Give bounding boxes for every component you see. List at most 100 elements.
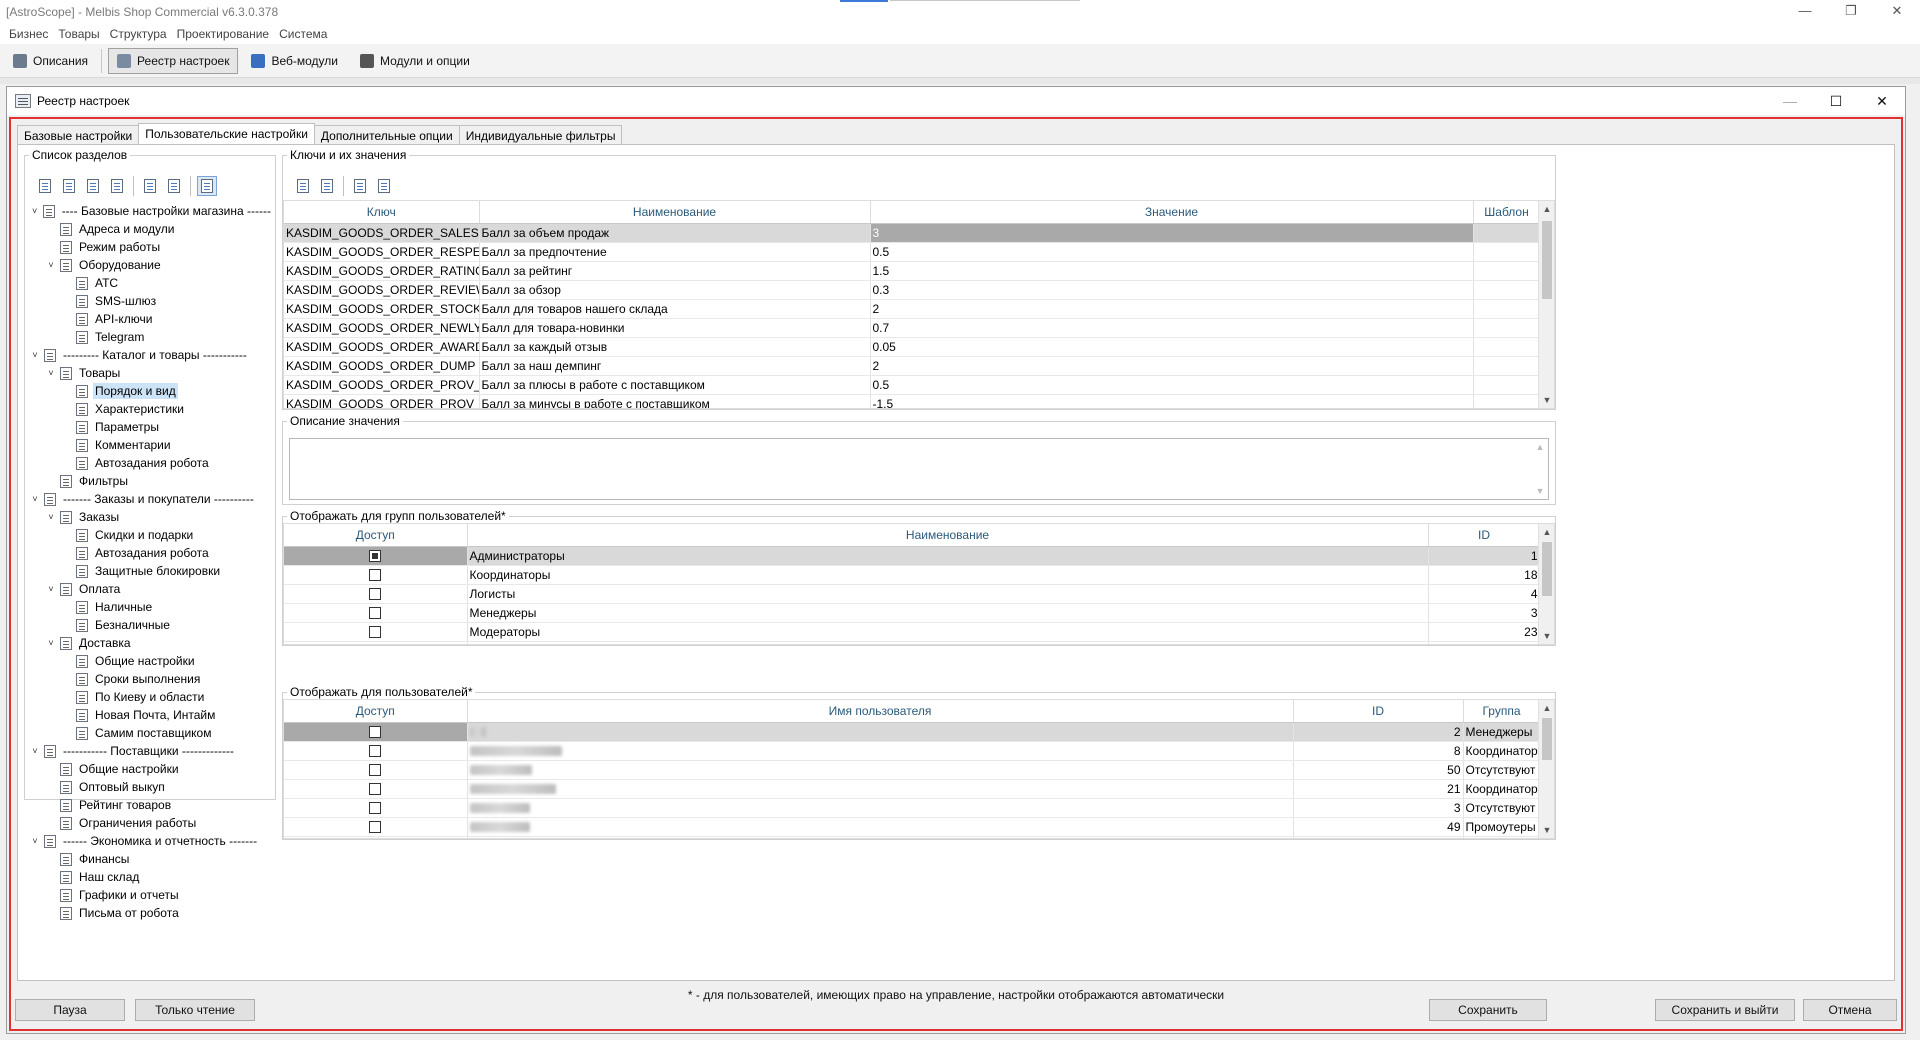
column-header[interactable]: Группа — [1463, 700, 1541, 723]
access-checkbox[interactable] — [369, 607, 382, 620]
access-cell[interactable] — [284, 603, 468, 623]
table-cell[interactable]: 0.5 — [870, 375, 1474, 395]
table-cell[interactable]: Балл за рейтинг — [479, 261, 871, 281]
table-cell[interactable]: Балл за наш демпинг — [479, 356, 871, 376]
tree-node[interactable]: Комментарии — [29, 436, 273, 454]
access-cell[interactable] — [284, 836, 468, 838]
table-cell[interactable]: Балл для товара-новинки — [479, 318, 871, 338]
tree-node[interactable]: Параметры — [29, 418, 273, 436]
table-cell[interactable] — [1473, 242, 1541, 262]
tree-node[interactable]: Автозадания робота — [29, 454, 273, 472]
tree-node[interactable]: Графики и отчеты — [29, 886, 273, 904]
toolbar-button[interactable]: Веб-модули — [242, 48, 347, 74]
table-row[interactable]: 8 Координаторы — [284, 741, 1541, 761]
table-cell[interactable]: KASDIM_GOODS_ORDER_DUMP — [284, 356, 480, 376]
column-header[interactable]: ID — [1293, 700, 1464, 723]
app-minimize-button[interactable]: — — [1782, 0, 1828, 24]
chevron-down-icon[interactable]: ˅ — [45, 638, 57, 648]
chevron-down-icon[interactable]: ˅ — [29, 494, 41, 504]
table-cell[interactable]: Балл за каждый отзыв — [479, 337, 871, 357]
table-cell[interactable]: KASDIM_GOODS_ORDER_RATING — [284, 261, 480, 281]
table-row[interactable]: Модераторы 23 — [284, 622, 1541, 642]
app-close-button[interactable]: ✕ — [1874, 0, 1920, 24]
users-scrollbar[interactable]: ▲ ▼ — [1538, 700, 1554, 838]
table-row[interactable]: 21 Координаторы — [284, 779, 1541, 799]
dialog-close-button[interactable]: ✕ — [1859, 87, 1905, 115]
tree-node[interactable]: ˅ Доставка — [29, 634, 273, 652]
access-cell[interactable] — [284, 760, 468, 780]
table-row[interactable]: KASDIM_GOODS_ORDER_PROV_MINUSБалл за мин… — [284, 394, 1541, 408]
access-checkbox[interactable] — [369, 802, 382, 815]
tree-node[interactable]: Рейтинг товаров — [29, 796, 273, 814]
tree-node[interactable]: Общие настройки — [29, 652, 273, 670]
scroll-thumb[interactable] — [1542, 542, 1552, 596]
table-row[interactable]: Промоутеры24 — [284, 641, 1541, 644]
tree-node[interactable]: ˅ Товары — [29, 364, 273, 382]
chevron-down-icon[interactable]: ˅ — [29, 350, 41, 360]
table-row[interactable]: 49 Промоутеры — [284, 817, 1541, 837]
table-row[interactable]: Администраторы 1 — [284, 546, 1541, 566]
tree-edit-icon[interactable] — [83, 176, 103, 196]
access-cell[interactable] — [284, 565, 468, 585]
table-cell[interactable] — [1473, 280, 1541, 300]
access-cell[interactable] — [284, 584, 468, 604]
access-cell[interactable] — [284, 722, 468, 742]
readonly-button[interactable]: Только чтение — [135, 999, 255, 1021]
table-row[interactable]: 3 Отсутствуют — [284, 798, 1541, 818]
key-add-icon[interactable] — [293, 176, 313, 196]
table-cell[interactable]: 2 — [870, 356, 1474, 376]
tree-node[interactable]: Письма от робота — [29, 904, 273, 922]
table-row[interactable]: 24Менеджеры — [284, 836, 1541, 838]
tree-delete-icon[interactable] — [107, 176, 127, 196]
dialog-minimize-button[interactable]: — — [1767, 87, 1813, 115]
access-checkbox[interactable] — [369, 550, 382, 563]
chevron-down-icon[interactable]: ˅ — [29, 746, 41, 756]
menu-item[interactable]: Проектирование — [172, 27, 275, 41]
table-cell[interactable]: KASDIM_GOODS_ORDER_AWARD — [284, 337, 480, 357]
table-cell[interactable]: 3 — [870, 223, 1474, 243]
table-cell[interactable]: Балл для товаров нашего склада — [479, 299, 871, 319]
table-row[interactable]: Логисты 4 — [284, 584, 1541, 604]
tree-node[interactable]: Новая Почта, Интайм — [29, 706, 273, 724]
table-cell[interactable]: KASDIM_GOODS_ORDER_NEWLY — [284, 318, 480, 338]
tree-node[interactable]: Сроки выполнения — [29, 670, 273, 688]
scroll-down-icon[interactable]: ▼ — [1539, 628, 1554, 644]
tree-node[interactable]: ˅ --------- Каталог и товары ----------- — [29, 346, 273, 364]
tree-node[interactable]: Финансы — [29, 850, 273, 868]
tab-item[interactable]: Базовые настройки — [17, 125, 140, 145]
table-cell[interactable]: Балл за объем продаж — [479, 223, 871, 243]
tab-item[interactable]: Дополнительные опции — [313, 125, 460, 145]
table-cell[interactable]: Балл за обзор — [479, 280, 871, 300]
access-cell[interactable] — [284, 779, 468, 799]
chevron-down-icon[interactable]: ˅ — [45, 584, 57, 594]
table-cell[interactable] — [1473, 375, 1541, 395]
access-cell[interactable] — [284, 641, 468, 644]
table-cell[interactable]: 1.5 — [870, 261, 1474, 281]
column-header[interactable]: ID — [1428, 524, 1541, 547]
chevron-down-icon[interactable]: ˅ — [29, 206, 40, 216]
tree-node[interactable]: Автозадания робота — [29, 544, 273, 562]
table-cell[interactable]: 0.5 — [870, 242, 1474, 262]
table-row[interactable]: KASDIM_GOODS_ORDER_AWARD Балл за каждый о… — [284, 337, 1541, 357]
tree-node[interactable]: АТС — [29, 274, 273, 292]
key-move-up-icon[interactable] — [350, 176, 370, 196]
toolbar-button[interactable]: Описания — [4, 48, 97, 74]
tree-node[interactable]: ˅ Оборудование — [29, 256, 273, 274]
chevron-down-icon[interactable]: ˅ — [45, 260, 57, 270]
table-cell[interactable] — [1473, 337, 1541, 357]
table-row[interactable]: 50 Отсутствуют — [284, 760, 1541, 780]
menu-item[interactable]: Структура — [105, 27, 172, 41]
tree-move-down-icon[interactable] — [164, 176, 184, 196]
table-row[interactable]: KASDIM_GOODS_ORDER_REVIEW Балл за обзор 0.… — [284, 280, 1541, 300]
tree-view-toggle-icon[interactable] — [197, 176, 217, 196]
access-cell[interactable] — [284, 817, 468, 837]
menu-item[interactable]: Система — [274, 27, 332, 41]
tree-node[interactable]: Ограничения работы — [29, 814, 273, 832]
tab-item[interactable]: Индивидуальные фильтры — [458, 125, 623, 145]
toolbar-button[interactable]: Модули и опции — [351, 48, 479, 74]
tree-node[interactable]: Характеристики — [29, 400, 273, 418]
tree-node[interactable]: Наличные — [29, 598, 273, 616]
table-row[interactable]: KASDIM_GOODS_ORDER_STOCK Балл для товаров… — [284, 299, 1541, 319]
tree-node[interactable]: Общие настройки — [29, 760, 273, 778]
column-header[interactable]: Доступ — [284, 700, 468, 723]
